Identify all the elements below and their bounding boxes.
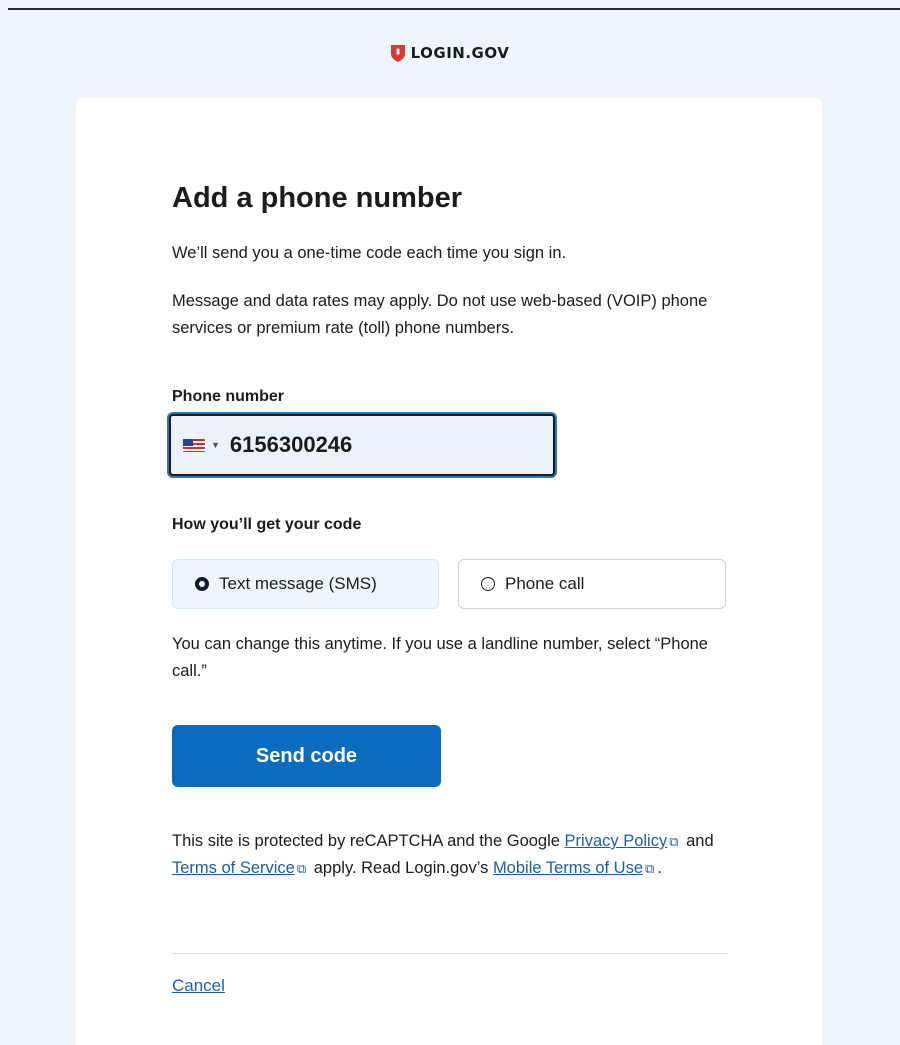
legal-text-1: This site is protected by reCAPTCHA and … — [172, 832, 565, 850]
brand-logo[interactable]: LOGIN.GOV — [0, 44, 900, 62]
radio-text-message[interactable]: Text message (SMS) — [172, 559, 439, 609]
radio-phone-call-label: Phone call — [505, 574, 585, 593]
external-link-icon: ⧉ — [669, 834, 679, 849]
intro-text: We’ll send you a one-time code each time… — [172, 244, 567, 262]
country-selector[interactable]: ▼ — [181, 438, 230, 452]
legal-text-2: and — [681, 832, 714, 850]
logo-text: LOGIN.GOV — [410, 44, 510, 62]
mobile-terms-link[interactable]: Mobile Terms of Use — [493, 859, 643, 877]
send-code-button[interactable]: Send code — [172, 725, 441, 787]
legal-notice: This site is protected by reCAPTCHA and … — [172, 828, 728, 882]
external-link-icon: ⧉ — [645, 861, 655, 876]
cancel-link[interactable]: Cancel — [172, 976, 225, 996]
top-border — [8, 8, 900, 10]
page-title: Add a phone number — [172, 182, 462, 214]
privacy-policy-link[interactable]: Privacy Policy — [565, 832, 668, 850]
radio-text-message-label: Text message (SMS) — [219, 574, 377, 593]
legal-text-4: . — [657, 859, 662, 877]
radio-phone-call[interactable]: Phone call — [458, 559, 726, 609]
terms-of-service-link[interactable]: Terms of Service — [172, 859, 295, 877]
us-flag-icon — [183, 438, 205, 452]
phone-number-input[interactable] — [229, 425, 530, 465]
legal-text-3: apply. Read Login.gov’s — [309, 859, 493, 877]
external-link-icon: ⧉ — [296, 861, 307, 876]
phone-number-field: ▼ — [169, 414, 555, 476]
delivery-method-label: How you’ll get your code — [172, 516, 362, 533]
rates-notice: Message and data rates may apply. Do not… — [172, 292, 708, 337]
main-card: Add a phone number We’ll send you a one-… — [76, 98, 822, 1045]
delivery-help-text: You can change this anytime. If you use … — [172, 635, 708, 680]
shield-icon — [390, 44, 405, 62]
caret-down-icon: ▼ — [211, 440, 220, 450]
radio-unchecked-icon — [481, 577, 495, 591]
phone-number-label: Phone number — [172, 388, 285, 405]
divider — [172, 953, 728, 954]
radio-checked-icon — [195, 577, 209, 591]
